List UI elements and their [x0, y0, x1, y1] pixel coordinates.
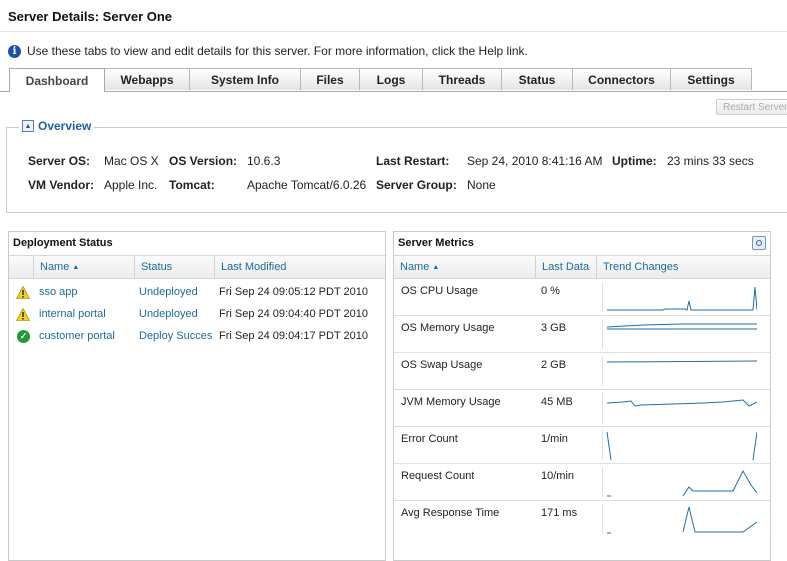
column-last-modified-header[interactable]: Last Modified [214, 256, 385, 278]
server-group-value: None [467, 178, 496, 192]
metric-value: 2 GB [541, 359, 567, 371]
column-name-header[interactable]: Name ▲ [33, 256, 134, 278]
trend-sparkline [602, 282, 757, 312]
vm-vendor-value: Apple Inc. [104, 178, 158, 192]
table-row[interactable]: internal portal Undeployed Fri Sep 24 09… [9, 303, 385, 325]
trend-sparkline [602, 504, 757, 534]
tab-connectors[interactable]: Connectors [572, 68, 671, 90]
table-row[interactable]: sso app Undeployed Fri Sep 24 09:05:12 P… [9, 281, 385, 303]
tomcat-value: Apache Tomcat/6.0.26 [247, 178, 367, 192]
deployment-modified: Fri Sep 24 09:04:40 PDT 2010 [219, 308, 369, 320]
deployment-modified: Fri Sep 24 09:05:12 PDT 2010 [219, 286, 369, 298]
overview-header[interactable]: ▲ Overview [19, 119, 95, 133]
server-metrics-title: Server Metrics [398, 237, 474, 249]
last-restart-label: Last Restart: [376, 154, 450, 168]
tab-threads[interactable]: Threads [422, 68, 502, 90]
column-status-header[interactable]: Status [134, 256, 214, 278]
collapse-icon[interactable]: ▲ [22, 120, 34, 132]
trend-sparkline [602, 393, 757, 423]
os-version-label: OS Version: [169, 154, 238, 168]
deployment-status-title: Deployment Status [13, 237, 113, 249]
metric-row: JVM Memory Usage 45 MB [394, 390, 770, 427]
column-name-header[interactable]: Name ▲ [394, 256, 535, 278]
vm-vendor-label: VM Vendor: [28, 178, 95, 192]
deployment-modified: Fri Sep 24 09:04:17 PDT 2010 [219, 330, 369, 342]
metrics-table-header: Name ▲ Last Data Trend Changes [394, 255, 770, 279]
metric-value: 3 GB [541, 322, 567, 334]
metric-value: 0 % [541, 285, 560, 297]
column-last-data-header[interactable]: Last Data [535, 256, 596, 278]
metric-name: OS Memory Usage [401, 322, 495, 334]
metric-row: Error Count 1/min [394, 427, 770, 464]
overview-section: ▲ Overview Server OS: Mac OS X OS Versio… [6, 119, 787, 213]
tab-files[interactable]: Files [300, 68, 360, 90]
column-trend-changes-header[interactable]: Trend Changes [596, 256, 770, 278]
overview-label: Overview [38, 119, 92, 133]
metric-row: OS CPU Usage 0 % [394, 279, 770, 316]
deployment-name-link[interactable]: customer portal [39, 325, 115, 347]
trend-sparkline [602, 467, 757, 497]
trend-sparkline [602, 319, 757, 349]
title-divider [0, 31, 787, 32]
metric-name: OS Swap Usage [401, 359, 483, 371]
deployment-name-link[interactable]: internal portal [39, 303, 106, 325]
tab-logs[interactable]: Logs [359, 68, 423, 90]
deployment-table-header: Name ▲ Status Last Modified [9, 255, 385, 279]
warning-icon [16, 303, 30, 325]
metric-row: OS Memory Usage 3 GB [394, 316, 770, 353]
uptime-label: Uptime: [612, 154, 657, 168]
trend-sparkline [602, 356, 757, 386]
deployment-status-link[interactable]: Deploy Succes [139, 325, 213, 347]
deployment-status-link[interactable]: Undeployed [139, 303, 213, 325]
metric-name: JVM Memory Usage [401, 396, 501, 408]
check-icon: ✓ [17, 325, 30, 347]
info-icon: i [8, 44, 21, 58]
metric-value: 171 ms [541, 507, 578, 519]
tab-status[interactable]: Status [501, 68, 573, 90]
deployment-name-link[interactable]: sso app [39, 281, 78, 303]
info-message: i Use these tabs to view and edit detail… [8, 44, 528, 58]
gear-icon[interactable] [752, 236, 766, 250]
deployment-status-link[interactable]: Undeployed [139, 281, 213, 303]
page-title: Server Details: Server One [8, 9, 173, 24]
tab-settings[interactable]: Settings [670, 68, 752, 90]
deployment-status-panel: Deployment Status Name ▲ Status Last Modi… [8, 231, 386, 561]
server-group-label: Server Group: [376, 178, 457, 192]
metric-row: OS Swap Usage 2 GB [394, 353, 770, 390]
warning-icon [16, 281, 30, 303]
server-os-value: Mac OS X [104, 154, 159, 168]
tab-bar: Dashboard Webapps System Info Files Logs… [9, 68, 752, 92]
metric-name: OS CPU Usage [401, 285, 479, 297]
metric-row: Avg Response Time 171 ms [394, 501, 770, 538]
metric-row: Request Count 10/min [394, 464, 770, 501]
table-row[interactable]: ✓ customer portal Deploy Succes Fri Sep … [9, 325, 385, 347]
server-metrics-panel: Server Metrics Name ▲ Last Data Trend Cha… [393, 231, 771, 561]
restart-server-button[interactable]: Restart Server [716, 99, 787, 115]
tomcat-label: Tomcat: [169, 178, 215, 192]
metric-value: 45 MB [541, 396, 573, 408]
info-text: Use these tabs to view and edit details … [27, 44, 528, 58]
tab-webapps[interactable]: Webapps [104, 68, 190, 90]
icon-column-header [9, 256, 33, 278]
server-os-label: Server OS: [28, 154, 91, 168]
metric-value: 10/min [541, 470, 575, 482]
tab-divider [0, 91, 787, 92]
metric-name: Avg Response Time [401, 507, 500, 519]
os-version-value: 10.6.3 [247, 154, 281, 168]
tab-system-info[interactable]: System Info [189, 68, 301, 90]
metric-name: Request Count [401, 470, 475, 482]
last-restart-value: Sep 24, 2010 8:41:16 AM [467, 154, 603, 168]
tab-dashboard[interactable]: Dashboard [9, 68, 105, 92]
metric-name: Error Count [401, 433, 458, 445]
sort-ascending-icon: ▲ [432, 263, 440, 271]
trend-sparkline [602, 430, 757, 460]
uptime-value: 23 mins 33 secs [667, 154, 754, 168]
sort-ascending-icon: ▲ [72, 263, 80, 271]
metric-value: 1/min [541, 433, 568, 445]
